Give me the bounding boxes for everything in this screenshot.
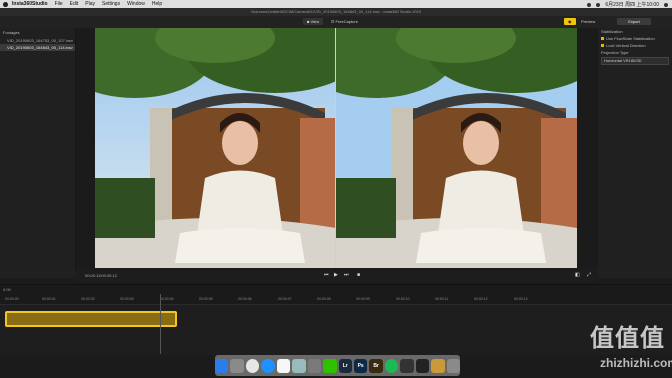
next-frame-icon[interactable]: ⏭ <box>344 272 349 278</box>
timeline-ruler[interactable]: 00:00:00 00:00:01 00:00:02 00:00:03 00:0… <box>0 294 672 305</box>
tick-label: 00:00:06 <box>238 297 252 301</box>
projection-select[interactable]: Horizontal VR180/3D <box>601 57 669 65</box>
tick-label: 00:00:04 <box>160 297 174 301</box>
tick-label: 00:00:13 <box>514 297 528 301</box>
view-label: View <box>310 19 320 24</box>
tick-label: 00:00:00 <box>5 297 19 301</box>
view-button[interactable]: ■ View <box>303 18 324 25</box>
stabilization-header: Stabilization <box>601 29 623 34</box>
menu-play[interactable]: Play <box>85 1 95 7</box>
projection-header: Projection Type <box>601 50 629 55</box>
freecapture-label: FreeCapture <box>335 19 358 24</box>
stop-icon[interactable]: ■ <box>357 272 360 278</box>
trash-icon[interactable] <box>446 358 460 373</box>
safari-icon[interactable] <box>261 358 275 373</box>
timecode: 00:00:11/00:00:12 <box>85 273 117 278</box>
sidebar-header: Footages <box>3 30 20 35</box>
battery-icon[interactable] <box>596 2 601 7</box>
menu-bar: Insta360Studio File Edit Play Settings W… <box>0 0 672 8</box>
footage-sidebar: Footages VID_20190603_164753_00_107.insv… <box>0 28 76 278</box>
playhead[interactable] <box>160 294 161 354</box>
split-divider[interactable] <box>335 28 336 268</box>
freecapture-button[interactable]: ⊡ FreeCapture <box>327 18 362 25</box>
macos-dock: Lr Ps Br <box>215 355 460 376</box>
launchpad-icon[interactable] <box>230 358 244 373</box>
watermark-url: zhizhizhi.com <box>600 356 672 370</box>
tick-label: 00:00:11 <box>435 297 449 301</box>
lightroom-icon[interactable]: Lr <box>338 358 352 373</box>
video-preview[interactable] <box>95 28 577 268</box>
tick-label: 00:00:01 <box>42 297 56 301</box>
toolbar: ■ View ⊡ FreeCapture ◉ Preview Export <box>0 16 672 28</box>
tick-label: 00:00:08 <box>317 297 331 301</box>
apple-icon[interactable] <box>3 1 8 7</box>
left-eye-view <box>95 28 336 268</box>
export-button[interactable]: Export <box>617 18 651 25</box>
right-eye-view <box>336 28 577 268</box>
footage-item[interactable]: VID_20190603_164753_00_107.insv <box>0 37 75 44</box>
footage-item-selected[interactable]: VID_20190603_164843_00_114.insv <box>0 44 75 51</box>
notes-icon[interactable] <box>276 358 291 373</box>
wifi-icon[interactable] <box>587 2 592 7</box>
photoshop-icon[interactable]: Ps <box>353 358 368 373</box>
menu-app[interactable]: Insta360Studio <box>12 1 48 7</box>
tick-label: 00:00:07 <box>278 297 292 301</box>
fullscreen-icon[interactable]: ⤢ <box>587 272 591 278</box>
archive-icon[interactable] <box>431 358 445 373</box>
spotify-icon[interactable] <box>384 358 399 373</box>
tick-label: 00:00:02 <box>81 297 95 301</box>
search-icon[interactable] <box>664 2 668 7</box>
checkbox-icon <box>601 44 604 47</box>
video-clip[interactable] <box>5 311 177 327</box>
menu-window[interactable]: Window <box>127 1 145 7</box>
bridge-icon[interactable]: Br <box>369 358 383 373</box>
timeline-label: 0:00 <box>3 287 11 292</box>
status-area: 6月23日 周四 上午10:00 <box>587 1 668 8</box>
preview-app-icon[interactable] <box>292 358 306 373</box>
lock-direction-checkbox[interactable]: Lock Vertical Direction <box>598 42 672 49</box>
tick-label: 00:00:10 <box>396 297 410 301</box>
lock-direction-label: Lock Vertical Direction <box>606 43 646 48</box>
tick-label: 00:00:12 <box>474 297 488 301</box>
insta360-icon[interactable] <box>415 358 430 373</box>
menu-file[interactable]: File <box>55 1 63 7</box>
menu-edit[interactable]: Edit <box>70 1 79 7</box>
preview-toggle-icon[interactable]: ◉ <box>564 18 576 25</box>
menu-help[interactable]: Help <box>152 1 162 7</box>
flowstate-label: Use FlowState Stabilization <box>606 36 655 41</box>
clock-text[interactable]: 6月23日 周四 上午10:00 <box>605 1 659 8</box>
watermark-logo: 值值值 <box>590 325 665 352</box>
play-icon[interactable]: ▶ <box>334 272 338 278</box>
terminal-icon[interactable] <box>400 358 414 373</box>
volume-icon[interactable]: ◧ <box>575 272 580 278</box>
menu-settings[interactable]: Settings <box>102 1 120 7</box>
tick-label: 00:00:09 <box>356 297 370 301</box>
preview-label: Preview <box>581 19 596 24</box>
tick-label: 00:00:05 <box>199 297 213 301</box>
timeline-track[interactable] <box>0 305 672 355</box>
chrome-icon[interactable] <box>245 358 260 373</box>
wechat-icon[interactable] <box>323 358 337 373</box>
tick-label: 00:00:03 <box>120 297 134 301</box>
system-icon[interactable] <box>307 358 322 373</box>
checkbox-icon <box>601 37 604 40</box>
window-title: /Volumes/Untitled/DCIM/Camera01/VID_2019… <box>0 8 672 16</box>
prev-frame-icon[interactable]: ⏮ <box>324 272 329 278</box>
finder-icon[interactable] <box>215 358 229 373</box>
properties-panel: Stabilization Use FlowState Stabilizatio… <box>598 28 672 278</box>
flowstate-checkbox[interactable]: Use FlowState Stabilization <box>598 35 672 42</box>
playback-controls: 00:00:11/00:00:12 ⏮ ▶ ⏭ ■ ◧ ⤢ <box>75 270 598 282</box>
